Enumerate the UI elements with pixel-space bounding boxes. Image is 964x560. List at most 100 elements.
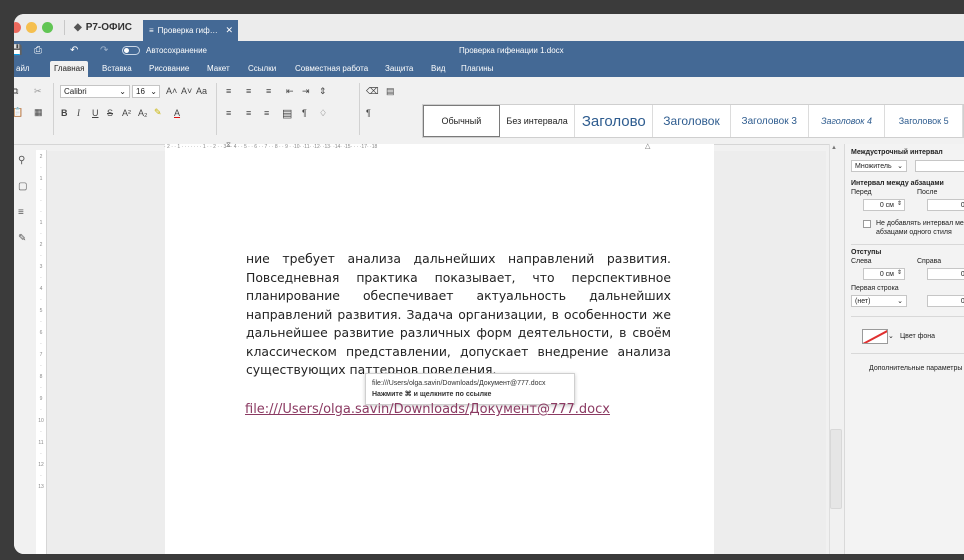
navigation-icon[interactable]: ≡ [18,207,24,218]
spinner-icon[interactable]: ⇕ [897,199,902,210]
left-indent-value: 0 см [879,271,894,278]
change-case-icon[interactable]: Aa [196,86,207,96]
style-heading-3[interactable]: Заголовок 3 [731,105,809,137]
background-color-swatch[interactable] [862,329,888,344]
first-line-value-input[interactable]: 0 см [927,295,964,307]
divider [53,83,54,135]
align-left-icon[interactable]: ≡ [226,108,231,118]
spacing-before-input[interactable]: 0 см ⇕ [863,199,905,211]
style-heading-1[interactable]: Заголово [575,105,654,137]
scrollbar-thumb[interactable] [830,429,842,509]
zoom-window-button[interactable] [42,22,53,33]
align-right-icon[interactable]: ≡ [264,108,269,118]
shading-icon[interactable]: ♢ [319,108,327,119]
font-name-select[interactable]: Calibri ⌄ [60,85,130,98]
autosave-label: Автосохранение [146,46,207,55]
undo-icon[interactable]: ↶ [70,45,78,56]
subscript-button[interactable]: A₂ [138,108,148,118]
chevron-down-icon[interactable]: ⌄ [888,332,894,340]
justify-icon[interactable]: ▤ [282,107,292,120]
clear-format-icon[interactable]: ⌫ [366,86,379,97]
close-tab-icon[interactable]: ✕ [225,25,233,36]
style-heading-5[interactable]: Заголовок 5 [885,105,964,137]
highlight-icon[interactable]: ✎ [154,107,162,118]
italic-button[interactable]: I [77,108,80,118]
copy-style-icon[interactable]: ▤ [386,86,395,97]
bullets-icon[interactable]: ≡ [226,86,231,96]
style-heading-2[interactable]: Заголовок [653,105,731,137]
after-label: После [917,189,938,196]
line-spacing-icon[interactable]: ⇕ [319,86,327,97]
strikethrough-button[interactable]: S [107,108,113,118]
numbering-icon[interactable]: ≡ [246,86,251,96]
right-indent-marker-icon[interactable]: △ [645,142,650,150]
underline-button[interactable]: U [92,108,99,118]
menu-protection[interactable]: Защита [381,61,417,77]
app-logo[interactable]: ◆ Р7-ОФИС [74,22,132,33]
style-heading-4[interactable]: Заголовок 4 [809,105,886,137]
divider [851,316,964,317]
divider [216,83,217,135]
menu-plugins[interactable]: Плагины [457,61,497,77]
background-color-label: Цвет фона [900,333,936,340]
scroll-up-arrow-icon[interactable]: ▲ [831,145,837,151]
bold-button[interactable]: B [61,108,68,118]
redo-icon[interactable]: ↷ [100,45,108,56]
spellcheck-icon[interactable]: ✎ [18,233,26,244]
multilevel-list-icon[interactable]: ≡ [266,86,271,96]
line-spacing-title: Междустрочный интервал [851,149,943,156]
paste-icon[interactable]: 📋 [14,107,23,118]
shrink-font-icon[interactable]: A˅ [181,86,192,96]
indent-marker-icon[interactable]: ⧖ [226,142,231,150]
vertical-ruler-marks: 2 · 1 · · · 1 · 2 · 3 · 4 · 5 · 6 · 7 · … [38,154,44,490]
cut-icon[interactable]: ✂ [34,86,42,97]
screen-frame: ◆ Р7-ОФИС ≡ Проверка гиф… ✕ 💾 ⎙ ↶ ↷ Авто… [0,0,964,560]
print-icon[interactable]: ⎙ [34,45,42,56]
search-icon[interactable]: ⚲ [18,155,25,166]
font-size-select[interactable]: 16 ⌄ [132,85,160,98]
grow-font-icon[interactable]: A˄ [166,86,177,96]
style-normal[interactable]: Обычный [423,105,500,137]
left-indent-label: Слева [851,258,872,265]
nonprinting-icon[interactable]: ¶ [366,108,371,118]
horizontal-ruler[interactable]: · 2 · · 1 · · · · · · · 1 · · 2 · · 3 · … [164,144,724,152]
select-all-icon[interactable]: ▦ [34,107,43,118]
chevron-down-icon: ⌄ [119,87,126,96]
close-window-button[interactable] [14,22,21,33]
menu-home[interactable]: Главная [50,61,89,77]
align-center-icon[interactable]: ≡ [246,108,251,118]
menu-draw[interactable]: Рисование [145,61,193,77]
menu-collaboration[interactable]: Совместная работа [291,61,372,77]
spinner-icon[interactable]: ⇕ [897,268,902,279]
menu-insert[interactable]: Вставка [98,61,136,77]
menu-file[interactable]: айл [14,61,34,77]
menu-bar: айл Главная Вставка Рисование Макет Ссыл… [14,59,964,77]
first-line-type-value: (нет) [855,298,871,305]
comments-icon[interactable]: ▢ [18,181,27,192]
style-no-spacing[interactable]: Без интервала [500,105,576,137]
paragraph-spacing-title: Интервал между абзацами [851,180,944,187]
first-line-type-select[interactable]: (нет) ⌄ [851,295,907,307]
spacing-after-input[interactable]: 0 см [927,199,964,211]
document-hyperlink[interactable]: file:///Users/olga.savin/Downloads/Докум… [245,402,610,417]
menu-references[interactable]: Ссылки [244,61,280,77]
line-spacing-type-select[interactable]: Множитель ⌄ [851,160,907,172]
right-indent-input[interactable]: 0 см [927,268,964,280]
save-icon[interactable]: 💾 [14,45,22,56]
autosave-toggle[interactable] [122,46,140,55]
line-spacing-value-input[interactable]: 1 [915,160,964,172]
font-color-button[interactable]: A [174,108,180,118]
document-tab[interactable]: ≡ Проверка гиф… ✕ [143,20,238,41]
document-paragraph[interactable]: ние требует анализа дальнейших направлен… [246,250,671,380]
menu-view[interactable]: Вид [427,61,449,77]
decrease-indent-icon[interactable]: ⇤ [286,86,294,97]
superscript-button[interactable]: A² [122,108,131,118]
advanced-settings-link[interactable]: Дополнительные параметры [869,365,962,372]
minimize-window-button[interactable] [26,22,37,33]
copy-icon[interactable]: ⧉ [14,86,18,97]
left-indent-input[interactable]: 0 см ⇕ [863,268,905,280]
increase-indent-icon[interactable]: ⇥ [302,86,310,97]
no-spacing-checkbox[interactable] [863,220,871,228]
paragraph-mark-button[interactable]: ¶ [302,108,307,118]
menu-layout[interactable]: Макет [203,61,234,77]
